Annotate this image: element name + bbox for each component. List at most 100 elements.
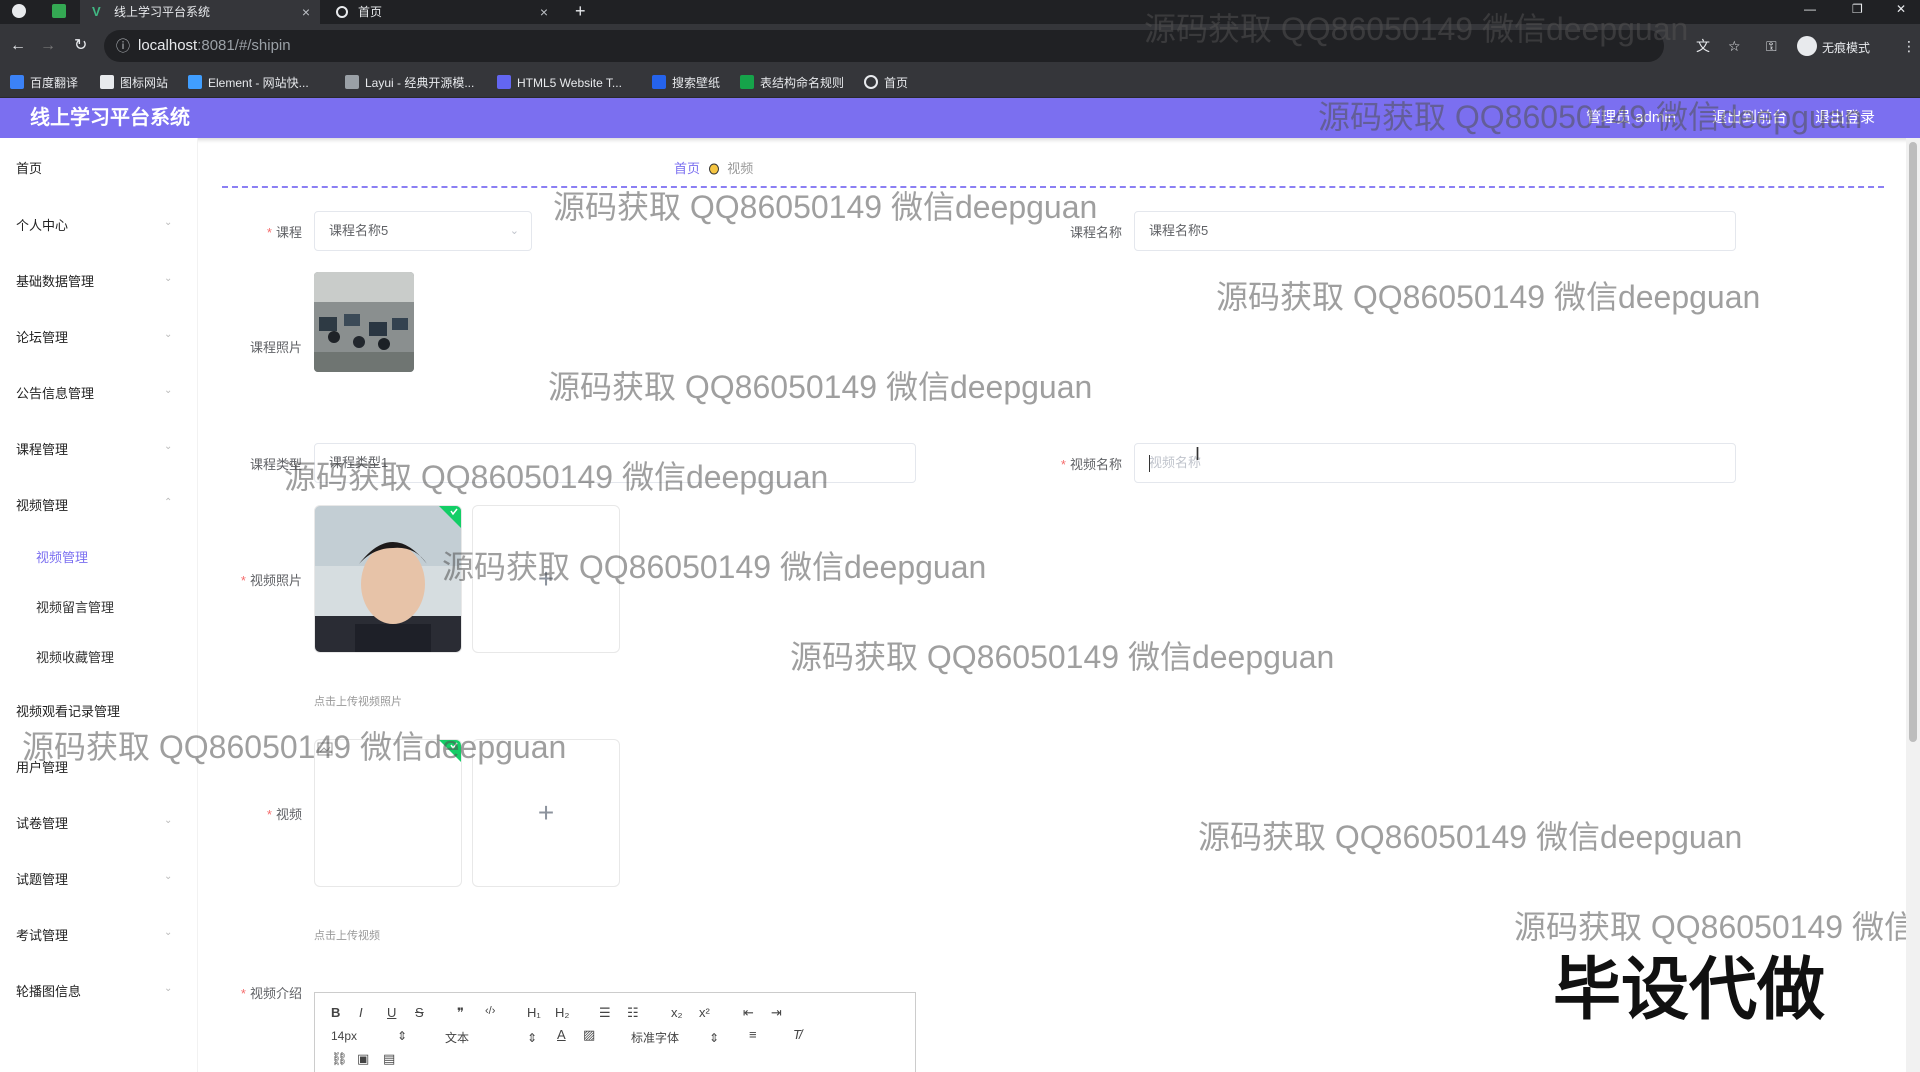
key-icon[interactable]: ⚿ bbox=[1766, 38, 1777, 54]
font-color-icon[interactable]: A bbox=[557, 1027, 566, 1042]
video-photo-item[interactable] bbox=[314, 505, 462, 653]
bullet-list-icon[interactable]: ☷ bbox=[627, 1005, 639, 1021]
chevron-up-icon: ⌃ bbox=[164, 497, 173, 508]
ordered-list-icon[interactable]: ☰ bbox=[599, 1005, 611, 1021]
course-select[interactable]: 课程名称5 ⌄ bbox=[314, 211, 532, 251]
sidebar-item-watch-record[interactable]: 视频观看记录管理 bbox=[16, 701, 120, 720]
back-icon[interactable]: ← bbox=[10, 36, 26, 56]
align-icon[interactable]: ≡ bbox=[749, 1027, 757, 1042]
breadcrumb-home[interactable]: 首页 bbox=[674, 161, 700, 176]
forward-icon[interactable]: → bbox=[40, 36, 56, 56]
sidebar-item-home[interactable]: 首页 bbox=[16, 158, 42, 177]
reload-icon[interactable]: ↻ bbox=[74, 36, 87, 56]
corner-watermark: 毕设代做 bbox=[1553, 952, 1826, 1028]
sidebar-item-carousel[interactable]: 轮播图信息 bbox=[16, 981, 81, 1000]
bookmark-item[interactable]: HTML5 Website T... bbox=[497, 68, 622, 98]
sidebar-item-exams[interactable]: 考试管理 bbox=[16, 925, 68, 944]
video-intro-label: * 视频介绍 bbox=[220, 983, 302, 1002]
heading1-icon[interactable]: H₁ bbox=[527, 1005, 541, 1020]
minimize-icon[interactable]: — bbox=[1804, 0, 1816, 18]
italic-icon[interactable]: I bbox=[359, 1005, 363, 1020]
required-mark: * bbox=[266, 807, 272, 822]
course-photo bbox=[314, 272, 414, 372]
tab-close-icon[interactable]: × bbox=[302, 0, 310, 24]
sidebar-subitem-video[interactable]: 视频管理 bbox=[36, 547, 88, 566]
image-icon[interactable]: ▣ bbox=[357, 1051, 369, 1067]
text-cursor-icon: I bbox=[1195, 444, 1201, 464]
restore-icon[interactable]: ❐ bbox=[1852, 0, 1863, 18]
video-icon[interactable]: ▤ bbox=[383, 1051, 395, 1067]
bookmark-item[interactable]: 图标网站 bbox=[100, 68, 168, 98]
translate-bookmark-icon bbox=[10, 75, 24, 89]
paragraph-select[interactable]: 文本 ⇕ bbox=[445, 1029, 537, 1046]
tab-close-icon[interactable]: × bbox=[540, 0, 548, 24]
underline-icon[interactable]: U bbox=[387, 1005, 396, 1020]
bookmark-item[interactable]: 百度翻译 bbox=[10, 68, 78, 98]
bookmark-label: 百度翻译 bbox=[30, 76, 79, 90]
breadcrumb: 首页 视频 bbox=[674, 158, 753, 177]
bookmark-item[interactable]: 表结构命名规则 bbox=[740, 68, 844, 98]
strikethrough-icon[interactable]: S bbox=[415, 1005, 424, 1020]
sidebar-item-questions[interactable]: 试题管理 bbox=[16, 869, 68, 888]
sidebar-item-papers[interactable]: 试卷管理 bbox=[16, 813, 68, 832]
page-scrollbar[interactable] bbox=[1906, 138, 1920, 1072]
course-name-field[interactable]: 课程名称5 bbox=[1134, 211, 1736, 251]
video-label-text: 视频 bbox=[275, 807, 302, 822]
bookmark-item[interactable]: 首页 bbox=[864, 68, 908, 98]
site-info-icon[interactable]: ⓘ bbox=[116, 30, 130, 62]
sidebar-item-forum[interactable]: 论坛管理 bbox=[16, 327, 68, 346]
indent-icon[interactable]: ⇥ bbox=[771, 1005, 782, 1021]
more-menu-icon[interactable]: ⋮ bbox=[1902, 38, 1916, 54]
incognito-icon[interactable] bbox=[1797, 36, 1817, 56]
font-family-select[interactable]: 标准字体 ⇕ bbox=[631, 1029, 719, 1046]
sidebar-subitem-video-comment[interactable]: 视频留言管理 bbox=[36, 597, 114, 616]
watermark: 源码获取 QQ86050149 微信deepguan bbox=[553, 189, 1098, 225]
course-label-text: 课程 bbox=[275, 225, 302, 240]
translate-icon[interactable]: 文 bbox=[1696, 38, 1710, 54]
rich-text-editor[interactable]: B I U S ❞ ‹/› H₁ H₂ ☰ ☷ x₂ x² ⇤ ⇥ 14px ⇕ … bbox=[314, 992, 916, 1072]
new-tab-button[interactable]: + bbox=[575, 0, 586, 22]
bold-icon[interactable]: B bbox=[331, 1005, 340, 1020]
close-window-icon[interactable]: ✕ bbox=[1896, 0, 1906, 18]
sidebar-item-notice[interactable]: 公告信息管理 bbox=[16, 383, 94, 402]
bookmark-label: 表结构命名规则 bbox=[760, 76, 845, 90]
tab-app[interactable]: V 线上学习平台系统 × bbox=[80, 0, 320, 24]
bookmark-star-icon[interactable]: ☆ bbox=[1728, 38, 1741, 54]
font-size-select[interactable]: 14px ⇕ bbox=[331, 1029, 407, 1043]
background-color-icon[interactable]: ▨ bbox=[583, 1027, 595, 1043]
tab-home[interactable]: 首页 × bbox=[324, 0, 558, 24]
link-icon[interactable]: ⛓ bbox=[331, 1051, 348, 1067]
heading2-icon[interactable]: H₂ bbox=[555, 1005, 569, 1020]
required-mark: * bbox=[240, 573, 246, 588]
scrollbar-thumb[interactable] bbox=[1909, 142, 1917, 742]
chevron-down-icon: ⌄ bbox=[164, 927, 173, 938]
video-name-label-text: 视频名称 bbox=[1069, 457, 1122, 472]
superscript-icon[interactable]: x² bbox=[699, 1005, 710, 1020]
incognito-label[interactable]: 无痕模式 bbox=[1822, 39, 1870, 56]
watermark: 源码获取 QQ86050149 微信deepguan bbox=[548, 369, 1093, 405]
subscript-icon[interactable]: x₂ bbox=[671, 1005, 683, 1020]
clear-format-icon[interactable]: T̸ bbox=[793, 1027, 801, 1042]
text-caret bbox=[1149, 455, 1150, 472]
bookmark-item[interactable]: Layui - 经典开源模... bbox=[345, 68, 474, 98]
code-icon[interactable]: ‹/› bbox=[485, 1005, 495, 1017]
sidebar-item-profile[interactable]: 个人中心 bbox=[16, 215, 68, 234]
sidebar-item-video[interactable]: 视频管理 bbox=[16, 495, 68, 514]
chevron-down-icon: ⌄ bbox=[164, 217, 173, 228]
quote-icon[interactable]: ❞ bbox=[457, 1005, 464, 1021]
pinned-tab-icon[interactable] bbox=[52, 4, 66, 18]
sidebar-subitem-video-favorite[interactable]: 视频收藏管理 bbox=[36, 647, 114, 666]
bookmark-item[interactable]: Element - 网站快... bbox=[188, 68, 309, 98]
chrome-menu-icon[interactable] bbox=[12, 4, 26, 18]
sidebar-item-base-data[interactable]: 基础数据管理 bbox=[16, 271, 94, 290]
outdent-icon[interactable]: ⇤ bbox=[743, 1005, 754, 1021]
globe-icon bbox=[336, 6, 348, 18]
bookmark-item[interactable]: 搜索壁纸 bbox=[652, 68, 720, 98]
watermark: 源码获取 QQ86050149 微信deepguan bbox=[1318, 99, 1863, 135]
video-name-input[interactable]: 视频名称 bbox=[1134, 443, 1736, 483]
paragraph-value: 文本 bbox=[445, 1031, 470, 1045]
video-tip: 点击上传视频 bbox=[314, 930, 380, 942]
sidebar-item-course[interactable]: 课程管理 bbox=[16, 439, 68, 458]
video-photo bbox=[315, 506, 461, 652]
video-photo-tip: 点击上传视频照片 bbox=[314, 696, 402, 708]
